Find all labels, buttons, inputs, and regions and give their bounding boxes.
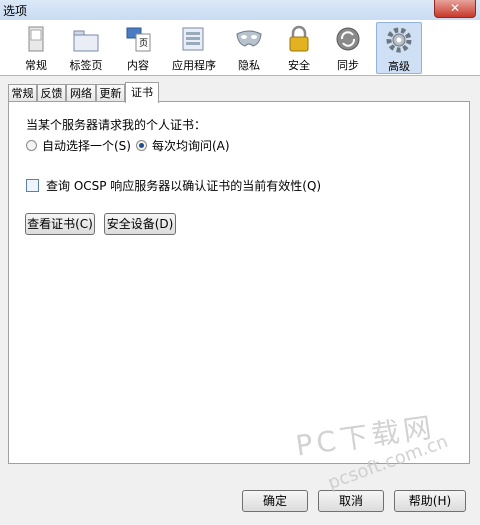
tab-update[interactable]: 更新 xyxy=(96,84,125,101)
toolbar-tabs[interactable]: 标签页 xyxy=(64,22,108,72)
toolbar-privacy[interactable]: 隐私 xyxy=(230,22,268,72)
security-devices-button[interactable]: 安全设备(D) xyxy=(104,213,176,235)
title-bar: 选项 ✕ xyxy=(0,0,480,20)
tabs-icon xyxy=(71,24,101,54)
lock-icon xyxy=(284,24,314,54)
tab-general[interactable]: 常规 xyxy=(8,84,37,101)
ocsp-checkbox[interactable] xyxy=(26,179,39,192)
tab-certificates[interactable]: 证书 xyxy=(125,82,159,103)
cancel-button[interactable]: 取消 xyxy=(318,490,384,512)
svg-text:页: 页 xyxy=(139,38,148,49)
tab-network[interactable]: 网络 xyxy=(66,84,96,101)
radio-ask-every-time-label: 每次均询问(A) xyxy=(152,138,230,153)
toolbar-advanced[interactable]: 高级 xyxy=(376,22,422,74)
radio-auto-select-label: 自动选择一个(S) xyxy=(42,138,131,153)
close-icon: ✕ xyxy=(449,1,461,15)
toolbar-sync[interactable]: 同步 xyxy=(330,22,366,72)
tab-feedback[interactable]: 反馈 xyxy=(37,84,66,101)
options-toolbar: 常规 标签页 页 内容 应用程序 隐私 安全 同步 高级 xyxy=(0,20,480,76)
general-icon xyxy=(21,24,51,54)
toolbar-content[interactable]: 页 内容 xyxy=(118,22,158,72)
applications-icon xyxy=(179,24,209,54)
toolbar-general[interactable]: 常规 xyxy=(18,22,54,72)
toolbar-security[interactable]: 安全 xyxy=(281,22,317,72)
close-button[interactable]: ✕ xyxy=(434,0,476,18)
help-button[interactable]: 帮助(H) xyxy=(394,490,466,512)
radio-auto-select-indicator[interactable] xyxy=(26,139,37,151)
ocsp-checkbox-row[interactable]: 查询 OCSP 响应服务器以确认证书的当前有效性(Q) xyxy=(26,177,321,194)
gear-icon xyxy=(384,25,414,55)
window-title: 选项 xyxy=(3,4,28,18)
radio-ask-every-time-indicator[interactable] xyxy=(136,139,147,151)
radio-ask-every-time[interactable]: 每次均询问(A) xyxy=(136,138,230,153)
privacy-mask-icon xyxy=(234,24,264,54)
toolbar-applications[interactable]: 应用程序 xyxy=(168,22,220,72)
content-icon: 页 xyxy=(123,24,153,54)
ok-button[interactable]: 确定 xyxy=(242,490,308,512)
radio-auto-select[interactable]: 自动选择一个(S) xyxy=(26,138,131,153)
cert-request-label: 当某个服务器请求我的个人证书： xyxy=(26,118,207,132)
ocsp-label: 查询 OCSP 响应服务器以确认证书的当前有效性(Q) xyxy=(46,179,322,193)
sync-icon xyxy=(333,24,363,54)
view-certificates-button[interactable]: 查看证书(C) xyxy=(25,213,95,235)
